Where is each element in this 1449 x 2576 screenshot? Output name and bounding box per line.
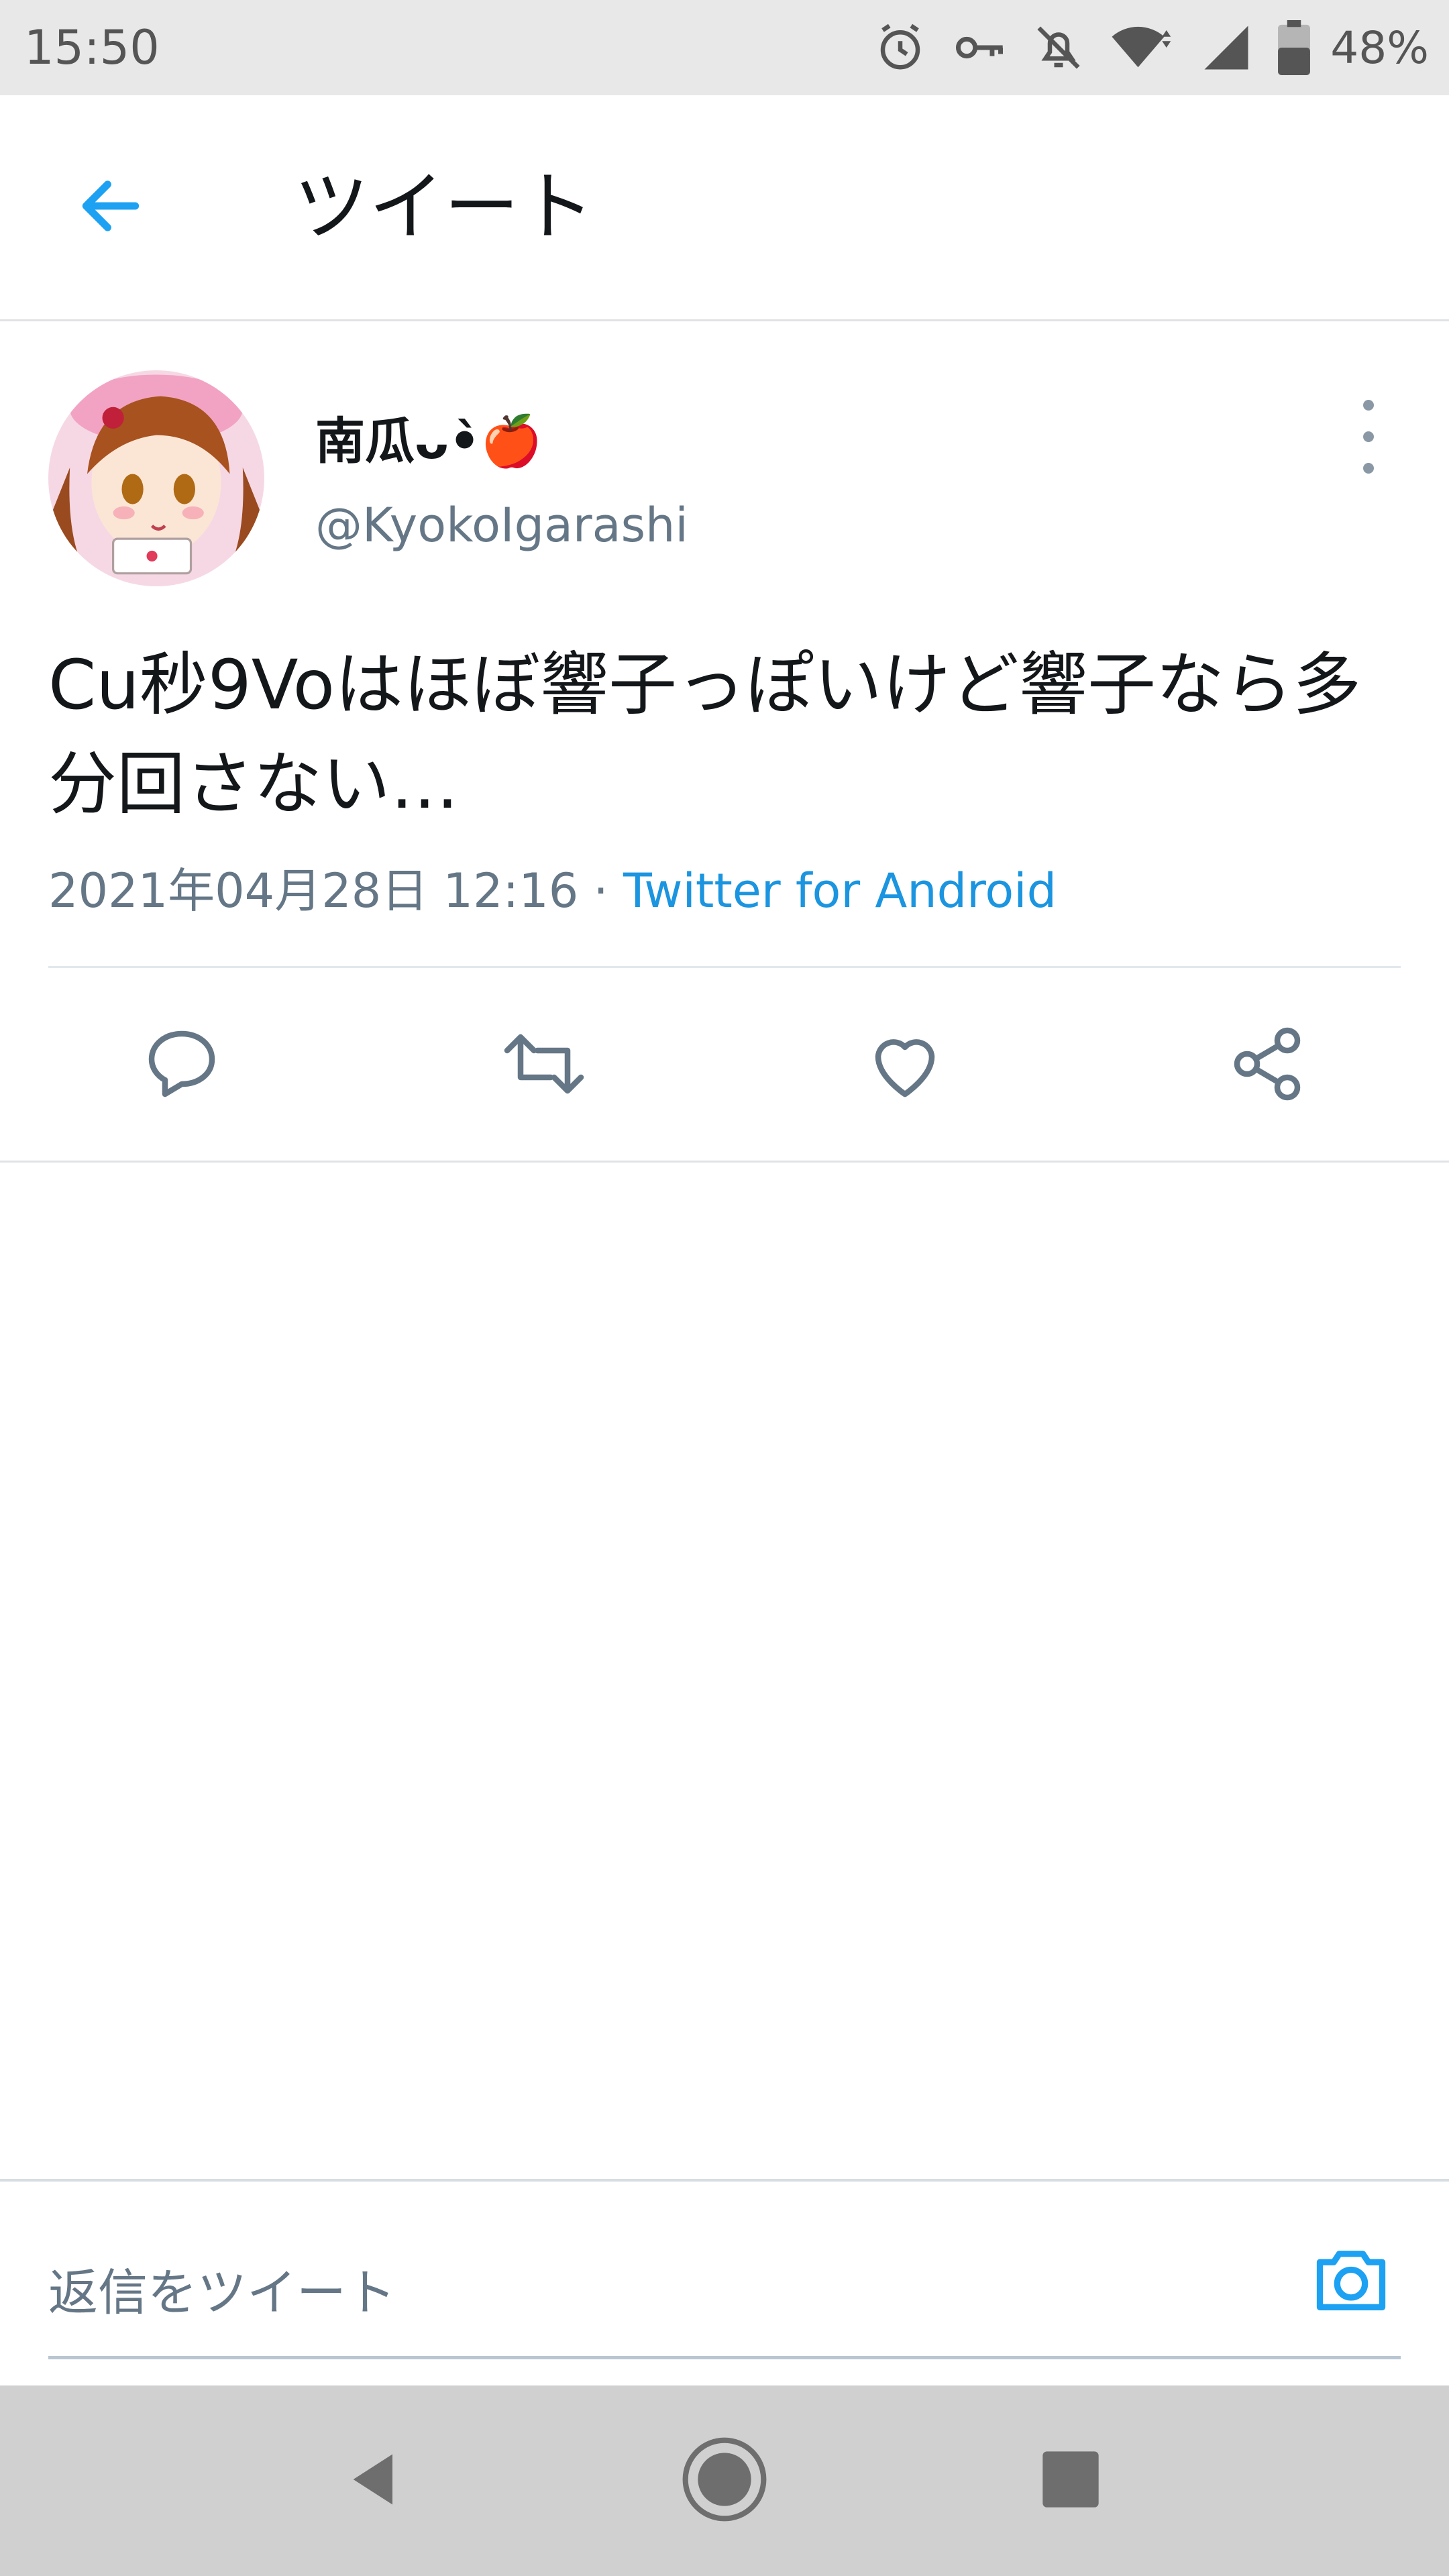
nav-home-button[interactable] bbox=[664, 2420, 785, 2541]
camera-icon bbox=[1309, 2238, 1393, 2324]
tweet-meta: 2021年04月28日 12:16 · Twitter for Android bbox=[48, 853, 1057, 921]
more-dot bbox=[1363, 431, 1374, 442]
tweet-text: Cu秒9Voはほぼ響子っぽいけど響子なら多分回さない… bbox=[48, 645, 1362, 824]
share-button[interactable] bbox=[1217, 1015, 1318, 1116]
more-dot bbox=[1363, 463, 1374, 474]
tweet-actions bbox=[0, 968, 1449, 1163]
divider bbox=[0, 1161, 1449, 1163]
app-header: ツイート bbox=[0, 95, 1449, 321]
retweet-button[interactable] bbox=[494, 1015, 594, 1116]
avatar[interactable] bbox=[48, 370, 264, 586]
battery-icon bbox=[1278, 20, 1311, 75]
like-button[interactable] bbox=[855, 1015, 955, 1116]
system-nav-bar bbox=[0, 2385, 1449, 2576]
battery-percent: 48% bbox=[1330, 21, 1429, 74]
reply-button[interactable] bbox=[131, 1015, 232, 1116]
tweet-timestamp: 2021年04月28日 12:16 bbox=[48, 863, 579, 918]
heart-icon bbox=[865, 1024, 945, 1107]
status-time: 15:50 bbox=[24, 20, 160, 75]
vpn-key-icon bbox=[952, 21, 1007, 74]
divider bbox=[0, 2179, 1449, 2182]
meta-separator: · bbox=[578, 863, 624, 918]
page-title: ツイート bbox=[294, 164, 594, 251]
nav-back-button[interactable] bbox=[315, 2420, 436, 2541]
back-button[interactable] bbox=[67, 164, 154, 251]
status-icons: 48% bbox=[874, 0, 1429, 95]
tweet-source-link[interactable]: Twitter for Android bbox=[623, 863, 1057, 918]
more-options-button[interactable] bbox=[1346, 400, 1391, 474]
retweet-icon bbox=[500, 1024, 588, 1107]
reply-input[interactable]: 返信をツイート bbox=[48, 2253, 396, 2324]
camera-button[interactable] bbox=[1304, 2234, 1398, 2328]
recents-square-icon bbox=[1037, 2446, 1104, 2516]
nav-recents-button[interactable] bbox=[1010, 2420, 1131, 2541]
wifi-icon bbox=[1110, 21, 1175, 74]
user-handle[interactable]: @KyokoIgarashi bbox=[315, 498, 688, 553]
comment-icon bbox=[142, 1024, 222, 1107]
cell-signal-icon bbox=[1200, 21, 1252, 74]
display-name[interactable]: 南瓜ᴗ•̀🍎 bbox=[315, 401, 542, 473]
reply-input-underline bbox=[48, 2356, 1401, 2359]
share-icon bbox=[1227, 1024, 1307, 1107]
alarm-icon bbox=[874, 21, 926, 74]
status-bar: 15:50 48% bbox=[0, 0, 1449, 95]
back-triangle-icon bbox=[342, 2446, 409, 2516]
home-circle-icon bbox=[678, 2432, 771, 2529]
notifications-off-icon bbox=[1032, 21, 1085, 74]
more-vertical-icon bbox=[1363, 400, 1374, 411]
arrow-left-icon bbox=[74, 169, 148, 246]
